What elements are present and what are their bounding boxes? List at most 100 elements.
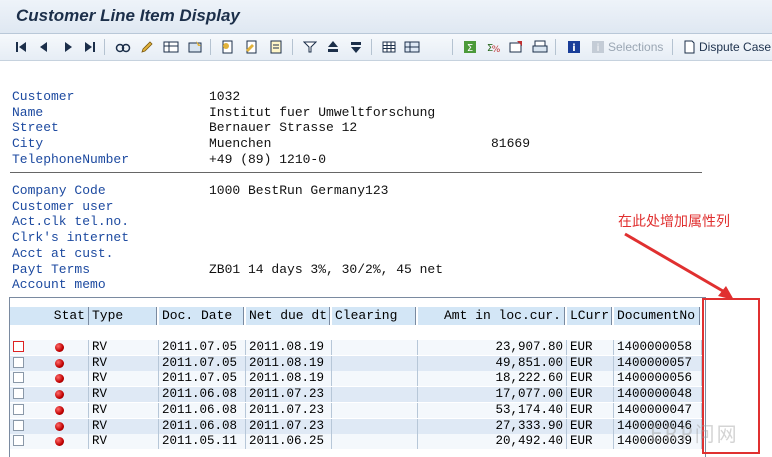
dispute-case-button[interactable]: Dispute Case xyxy=(699,38,771,55)
cell-type: RV xyxy=(89,434,159,450)
row-select-checkbox[interactable] xyxy=(13,403,24,415)
sum-icon[interactable]: Σ xyxy=(462,38,478,55)
last-page-icon[interactable] xyxy=(82,38,98,55)
table-row[interactable]: RV 2011.07.05 2011.08.19 18,222.60 EUR 140000… xyxy=(10,371,705,387)
cell-type: RV xyxy=(89,418,159,434)
layout-grid-icon[interactable] xyxy=(404,38,420,55)
field-label: Clrk's internet xyxy=(12,230,130,245)
export-icon[interactable] xyxy=(508,38,524,55)
cell-amount: 27,333.90 xyxy=(418,418,567,434)
svg-text:i: i xyxy=(597,43,600,54)
cell-net-due: 2011.06.25 xyxy=(246,434,332,450)
open-item-status-icon xyxy=(55,343,64,352)
edit-icon[interactable] xyxy=(139,38,155,55)
cell-doc-date: 2011.05.11 xyxy=(159,434,246,450)
cell-doc-date: 2011.06.08 xyxy=(159,387,246,403)
column-header-stat[interactable]: Stat xyxy=(10,307,89,325)
open-item-status-icon xyxy=(55,358,64,368)
status-cell xyxy=(10,355,89,371)
field-value: ZB01 14 days 3%, 30/2%, 45 net xyxy=(209,262,444,277)
spreadsheet-icon[interactable] xyxy=(381,38,397,55)
info-icon[interactable]: i xyxy=(566,38,582,55)
sort-ascending-icon[interactable] xyxy=(325,38,341,55)
filter-icon[interactable] xyxy=(302,38,318,55)
row-select-checkbox[interactable] xyxy=(13,435,24,447)
cell-type: RV xyxy=(89,355,159,371)
open-item-status-icon xyxy=(55,437,64,447)
divider xyxy=(10,172,702,173)
select-layout-icon[interactable] xyxy=(163,38,179,55)
subtotal-icon[interactable]: Σ% xyxy=(485,38,501,55)
find-icon[interactable] xyxy=(115,38,131,55)
field-value: Institut fuer Umweltforschung xyxy=(209,105,436,120)
row-select-checkbox[interactable] xyxy=(13,419,24,431)
column-header-lcurr[interactable]: LCurr xyxy=(567,307,612,325)
selections-icon: i xyxy=(590,38,606,55)
cell-clearing xyxy=(332,402,418,418)
cell-curr: EUR xyxy=(567,387,614,403)
column-header-amount[interactable]: Amt in loc.cur. xyxy=(418,307,565,325)
open-item-status-icon xyxy=(55,405,64,415)
print-icon[interactable] xyxy=(532,38,548,55)
open-item-status-icon xyxy=(55,374,64,384)
row-select-checkbox[interactable] xyxy=(13,372,24,384)
column-header-net-due[interactable]: Net due dt xyxy=(246,307,330,325)
table-row[interactable]: RV 2011.05.11 2011.06.25 20,492.40 EUR 140000… xyxy=(10,434,705,450)
field-label: Street xyxy=(12,120,59,135)
column-header-document-no[interactable]: DocumentNo xyxy=(614,307,700,325)
table-row[interactable]: RV 2011.06.08 2011.07.23 17,077.00 EUR 140000… xyxy=(10,387,705,403)
line-item-grid: Stat Type Doc. Date Net due dt Clearing … xyxy=(9,297,706,457)
field-label: Payt Terms xyxy=(12,262,91,277)
dispute-case-icon[interactable] xyxy=(681,38,697,55)
table-row[interactable]: RV 2011.06.08 2011.07.23 27,333.90 EUR 140000… xyxy=(10,418,705,434)
sort-descending-icon[interactable] xyxy=(348,38,364,55)
cell-curr: EUR xyxy=(567,371,614,387)
row-select-checkbox[interactable] xyxy=(13,341,24,352)
cell-amount: 53,174.40 xyxy=(418,402,567,418)
next-page-icon[interactable] xyxy=(60,38,76,55)
change-layout-icon[interactable] xyxy=(187,38,203,55)
cell-curr: EUR xyxy=(567,434,614,450)
status-cell xyxy=(10,387,89,403)
cell-curr: EUR xyxy=(567,355,614,371)
field-label: City xyxy=(12,136,44,151)
cell-clearing xyxy=(332,418,418,434)
row-select-checkbox[interactable] xyxy=(13,388,24,400)
open-item-status-icon xyxy=(55,390,64,400)
display-document-icon[interactable] xyxy=(220,38,236,55)
first-page-icon[interactable] xyxy=(13,38,29,55)
table-row[interactable]: RV 2011.07.05 2011.08.19 23,907.80 EUR 140000… xyxy=(10,340,705,355)
row-select-checkbox[interactable] xyxy=(13,356,24,368)
field-label: Customer user xyxy=(12,199,114,214)
svg-text:i: i xyxy=(572,43,575,54)
status-cell xyxy=(10,402,89,418)
cell-clearing xyxy=(332,387,418,403)
postal-code: 81669 xyxy=(491,136,531,151)
cell-net-due: 2011.08.19 xyxy=(246,371,332,387)
annotation-arrow xyxy=(624,232,734,300)
cell-doc-date: 2011.07.05 xyxy=(159,355,246,371)
selections-button: Selections xyxy=(608,39,664,54)
document-overview-icon[interactable] xyxy=(268,38,284,55)
cell-doc-no: 1400000056 xyxy=(614,371,702,387)
previous-page-icon[interactable] xyxy=(36,38,52,55)
svg-text:%: % xyxy=(492,45,501,54)
field-label: Act.clk tel.no. xyxy=(12,214,130,229)
cell-clearing xyxy=(332,355,418,371)
cell-amount: 17,077.00 xyxy=(418,387,567,403)
column-header-doc-date[interactable]: Doc. Date xyxy=(159,307,244,325)
cell-amount: 18,222.60 xyxy=(418,371,567,387)
table-row[interactable]: RV 2011.07.05 2011.08.19 49,851.00 EUR 140000… xyxy=(10,355,705,371)
cell-type: RV xyxy=(89,402,159,418)
column-header-clearing[interactable]: Clearing xyxy=(332,307,416,325)
column-header-type[interactable]: Type xyxy=(89,307,157,325)
table-row[interactable]: RV 2011.06.08 2011.07.23 53,174.40 EUR 140000… xyxy=(10,402,705,418)
cell-curr: EUR xyxy=(567,418,614,434)
cell-clearing xyxy=(332,434,418,450)
cell-curr: EUR xyxy=(567,340,614,355)
cell-doc-date: 2011.07.05 xyxy=(159,340,246,355)
cell-doc-date: 2011.06.08 xyxy=(159,418,246,434)
change-document-icon[interactable] xyxy=(244,38,260,55)
watermark: ERP问网 xyxy=(650,422,739,446)
field-value: +49 (89) 1210-0 xyxy=(209,152,327,167)
